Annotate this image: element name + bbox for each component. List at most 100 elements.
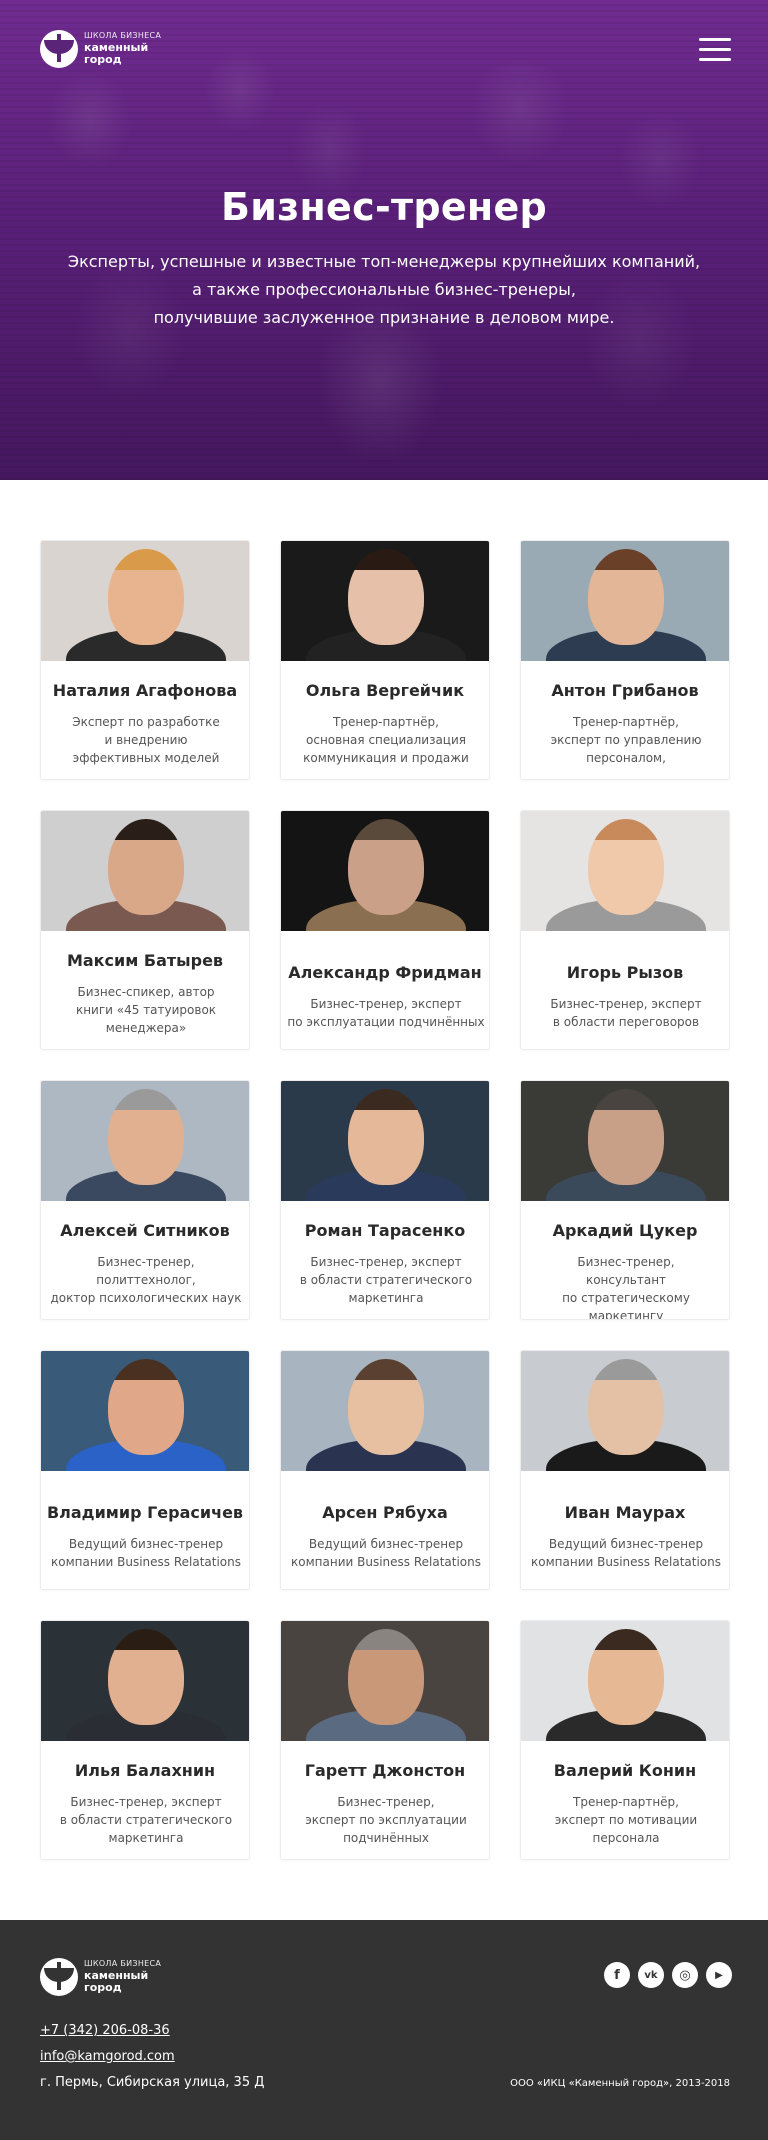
logo-small-text: ШКОЛА БИЗНЕСА <box>84 1959 162 1968</box>
trainer-description: Бизнес-тренер, политтехнолог, доктор психо… <box>47 1253 245 1307</box>
trainer-description: Бизнес-тренер, эксперт по эксплуатации по… <box>287 995 485 1031</box>
trainer-name[interactable]: Валерий Конин <box>521 1761 729 1780</box>
description-line: персоналом, <box>586 751 666 765</box>
trainer-name[interactable]: Антон Грибанов <box>521 681 729 700</box>
trainer-photo[interactable] <box>521 1081 729 1201</box>
logo[interactable]: ШКОЛА БИЗНЕСА каменный город <box>40 30 161 68</box>
trainer-name[interactable]: Игорь Рызов <box>521 963 729 982</box>
trainer-photo[interactable] <box>41 1351 249 1471</box>
trainer-card[interactable]: Илья Балахнин Бизнес-тренер, эксперт в обл… <box>40 1620 250 1860</box>
description-line: Бизнес-тренер, <box>577 1255 675 1269</box>
trainer-description: Тренер-партнёр, эксперт по мотивации персо… <box>527 1793 725 1847</box>
subtitle-line: получившие заслуженное признание в делов… <box>153 308 615 327</box>
trainer-photo[interactable] <box>281 1081 489 1201</box>
trainer-card[interactable]: Ольга Вергейчик Тренер-партнёр, основная с… <box>280 540 490 780</box>
page-title: Бизнес-тренер <box>220 185 548 229</box>
description-line: маркетинга <box>108 1831 184 1845</box>
trainer-card[interactable]: Аркадий Цукер Бизнес-тренер, консультант по… <box>520 1080 730 1320</box>
logo-small-text: ШКОЛА БИЗНЕСА <box>84 31 162 40</box>
logo-line2: город <box>84 1981 122 1994</box>
description-line: политтехнолог, <box>96 1273 196 1287</box>
description-line: Бизнес-тренер, <box>337 1795 435 1809</box>
description-line: Бизнес-тренер, эксперт <box>70 1795 222 1809</box>
footer-phone-link[interactable]: +7 (342) 206-08-36 <box>40 2023 170 2038</box>
description-line: Ведущий бизнес-тренер <box>548 1537 704 1551</box>
logo-icon <box>40 1958 78 1996</box>
trainer-card[interactable]: Иван Маурах Ведущий бизнес-тренер компании… <box>520 1350 730 1590</box>
trainer-card[interactable]: Гаретт Джонстон Бизнес-тренер, эксперт по … <box>280 1620 490 1860</box>
trainer-photo[interactable] <box>41 811 249 931</box>
vk-icon[interactable]: vk <box>638 1962 664 1988</box>
description-line: основная специализация <box>306 733 466 747</box>
trainer-photo[interactable] <box>281 1351 489 1471</box>
trainer-name[interactable]: Аркадий Цукер <box>521 1221 729 1240</box>
trainer-description: Ведущий бизнес-тренер компании Business R… <box>527 1535 725 1571</box>
footer-logo[interactable]: ШКОЛА БИЗНЕСА каменный город <box>40 1958 161 1996</box>
trainer-name[interactable]: Иван Маурах <box>521 1503 729 1522</box>
facebook-icon[interactable]: f <box>604 1962 630 1988</box>
trainer-name[interactable]: Илья Балахнин <box>41 1761 249 1780</box>
trainer-photo[interactable] <box>521 541 729 661</box>
description-line: эксперт по эксплуатации <box>305 1813 467 1827</box>
trainer-photo[interactable] <box>521 1351 729 1471</box>
description-line: в области переговоров <box>552 1015 700 1029</box>
description-line: Бизнес-тренер, эксперт <box>310 997 462 1011</box>
trainer-name[interactable]: Максим Батырев <box>41 951 249 970</box>
trainer-card[interactable]: Антон Грибанов Тренер-партнёр, эксперт по … <box>520 540 730 780</box>
trainer-name[interactable]: Наталия Агафонова <box>41 681 249 700</box>
footer-email-link[interactable]: info@kamgorod.com <box>40 2049 175 2064</box>
trainer-card[interactable]: Игорь Рызов Бизнес-тренер, эксперт в облас… <box>520 810 730 1050</box>
description-line: эффективных моделей <box>72 751 220 765</box>
trainer-card[interactable]: Наталия Агафонова Эксперт по разработке и … <box>40 540 250 780</box>
trainer-card[interactable]: Александр Фридман Бизнес-тренер, эксперт п… <box>280 810 490 1050</box>
logo-line2: город <box>84 53 122 66</box>
trainer-card[interactable]: Владимир Герасичев Ведущий бизнес-тренер к… <box>40 1350 250 1590</box>
trainer-description: Бизнес-тренер, консультант по стратегическ… <box>527 1253 725 1319</box>
trainer-card[interactable]: Валерий Конин Тренер-партнёр, эксперт по м… <box>520 1620 730 1860</box>
description-line: компании Business Relatations <box>531 1555 721 1569</box>
trainer-description: Ведущий бизнес-тренер компании Business R… <box>287 1535 485 1571</box>
trainer-name[interactable]: Александр Фридман <box>281 963 489 982</box>
trainer-card[interactable]: Арсен Рябуха Ведущий бизнес-тренер компани… <box>280 1350 490 1590</box>
description-line: менеджера» <box>105 1021 187 1035</box>
trainer-photo[interactable] <box>521 1621 729 1741</box>
description-line: Тренер-партнёр, <box>573 1795 679 1809</box>
trainer-photo[interactable] <box>281 541 489 661</box>
youtube-icon[interactable]: ▶ <box>706 1962 732 1988</box>
footer-copyright: ООО «ИКЦ «Каменный город», 2013-2018 <box>510 2078 730 2089</box>
description-line: эксперт по мотивации <box>554 1813 698 1827</box>
trainer-name[interactable]: Владимир Герасичев <box>41 1503 249 1522</box>
trainer-photo[interactable] <box>521 811 729 931</box>
description-line: Ведущий бизнес-тренер <box>308 1537 464 1551</box>
description-line: Тренер-партнёр, <box>573 715 679 729</box>
trainer-name[interactable]: Гаретт Джонстон <box>281 1761 489 1780</box>
trainer-card[interactable]: Максим Батырев Бизнес-спикер, автор книги … <box>40 810 250 1050</box>
subtitle-line: Эксперты, успешные и известные топ-менед… <box>67 252 701 271</box>
trainer-name[interactable]: Ольга Вергейчик <box>281 681 489 700</box>
hero-banner: ШКОЛА БИЗНЕСА каменный город Бизнес-трен… <box>0 0 768 480</box>
trainer-description: Бизнес-спикер, автор книги «45 татуировок… <box>47 983 245 1037</box>
description-line: Бизнес-тренер, эксперт <box>550 997 702 1011</box>
subtitle-line: а также профессиональные бизнес-тренеры, <box>192 280 576 299</box>
menu-burger-icon[interactable] <box>699 38 731 62</box>
trainer-description: Бизнес-тренер, эксперт по эксплуатации под… <box>287 1793 485 1847</box>
description-line: консультант <box>585 1273 667 1287</box>
description-line: в области стратегического <box>59 1813 233 1827</box>
description-line: и внедрению <box>104 733 188 747</box>
page-subtitle: Эксперты, успешные и известные топ-менед… <box>0 248 768 332</box>
trainer-photo[interactable] <box>41 1081 249 1201</box>
instagram-icon[interactable]: ◎ <box>672 1962 698 1988</box>
trainer-photo[interactable] <box>41 1621 249 1741</box>
description-line: Бизнес-тренер, эксперт <box>310 1255 462 1269</box>
trainer-photo[interactable] <box>281 1621 489 1741</box>
description-line: подчинённых <box>343 1831 429 1845</box>
trainer-name[interactable]: Роман Тарасенко <box>281 1221 489 1240</box>
trainer-photo[interactable] <box>41 541 249 661</box>
trainer-name[interactable]: Алексей Ситников <box>41 1221 249 1240</box>
trainer-card[interactable]: Роман Тарасенко Бизнес-тренер, эксперт в о… <box>280 1080 490 1320</box>
trainer-name[interactable]: Арсен Рябуха <box>281 1503 489 1522</box>
trainer-card[interactable]: Алексей Ситников Бизнес-тренер, политтехно… <box>40 1080 250 1320</box>
description-line: в области стратегического <box>299 1273 473 1287</box>
description-line: эксперт по управлению <box>550 733 702 747</box>
trainer-photo[interactable] <box>281 811 489 931</box>
